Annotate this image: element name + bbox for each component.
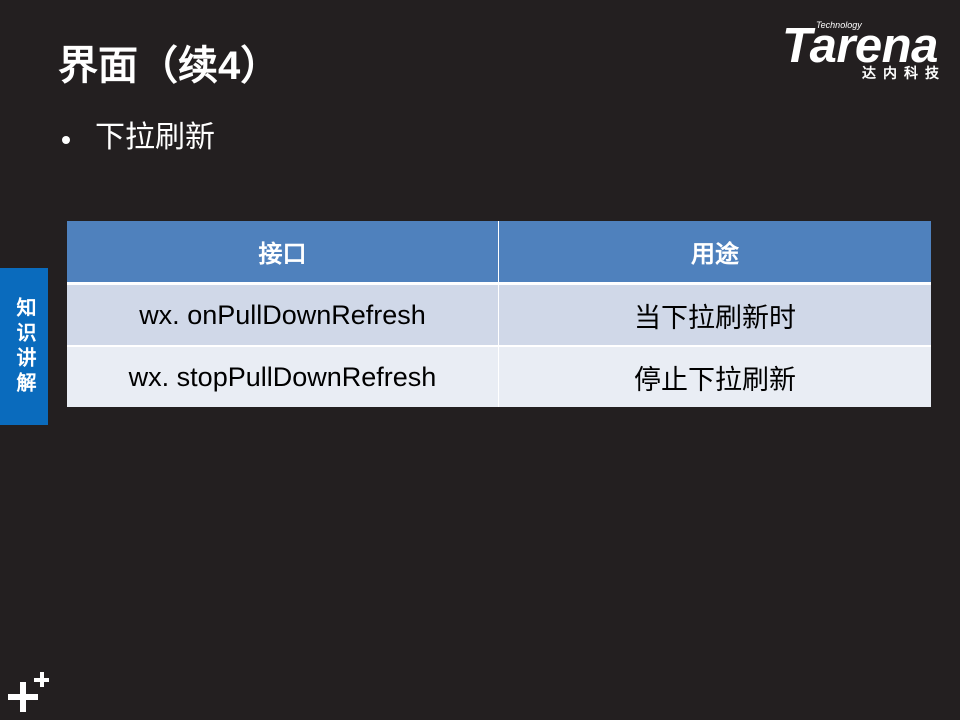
table-header-row: 接口 用途 xyxy=(67,221,931,282)
table-cell-interface: wx. onPullDownRefresh xyxy=(139,299,426,330)
table-row: wx. stopPullDownRefresh 停止下拉刷新 xyxy=(67,345,931,407)
small-plus-vertical-bar xyxy=(39,672,44,687)
table-cell-interface: wx. stopPullDownRefresh xyxy=(128,361,437,392)
tarena-logo: Technology Tarena 达内科技 xyxy=(782,20,947,82)
section-side-tab: 知识讲解 xyxy=(0,268,48,425)
plus-plus-logo-icon xyxy=(6,670,50,714)
large-plus-vertical-bar xyxy=(20,682,26,712)
table-row: wx. onPullDownRefresh 当下拉刷新时 xyxy=(67,282,931,345)
api-table: 接口 用途 wx. onPullDownRefresh 当下拉刷新时 wx. s… xyxy=(67,221,931,407)
logo-chinese-name: 达内科技 xyxy=(862,65,946,81)
logo-brand-name: Tarena xyxy=(782,19,938,73)
bullet-item: 下拉刷新 xyxy=(60,118,215,158)
bullet-text: 下拉刷新 xyxy=(95,121,215,154)
table-cell-purpose: 停止下拉刷新 xyxy=(498,347,931,407)
table-header-cell: 接口 xyxy=(258,241,307,268)
small-plus-icon xyxy=(34,672,49,687)
slide-title: 界面（续4） xyxy=(58,44,281,88)
side-tab-label: 知识讲解 xyxy=(13,296,35,397)
slide: 界面（续4） 下拉刷新 Technology Tarena 达内科技 知识讲解 … xyxy=(0,0,960,720)
bullet-dot-icon xyxy=(62,136,70,144)
bullet-list: 下拉刷新 xyxy=(60,118,215,158)
table-header-cell: 用途 xyxy=(498,221,931,282)
table-cell-purpose: 当下拉刷新时 xyxy=(498,285,931,345)
